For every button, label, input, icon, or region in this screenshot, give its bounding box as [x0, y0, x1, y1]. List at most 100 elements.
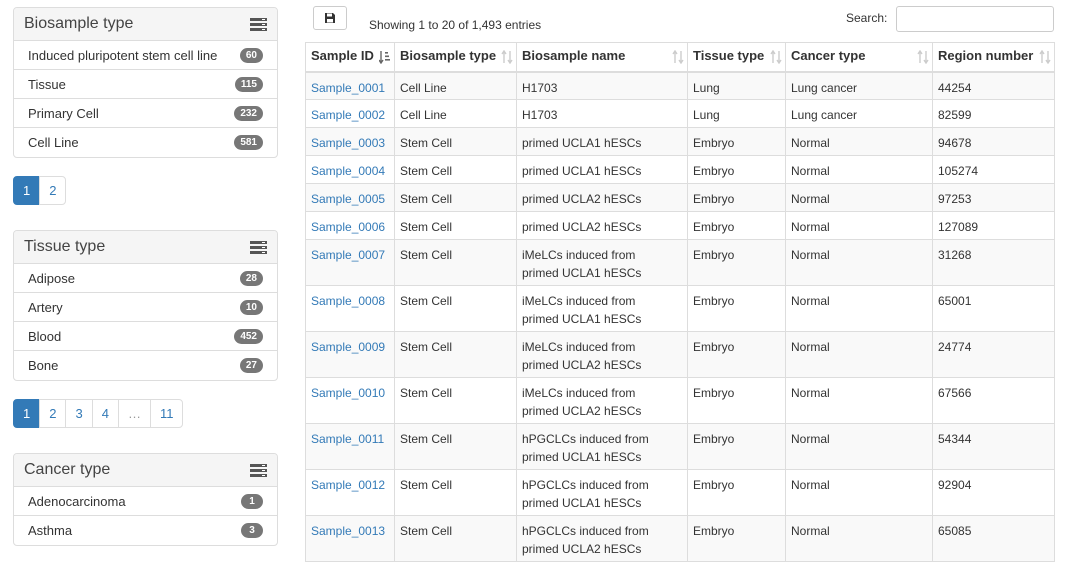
sample-link[interactable]: Sample_0010 — [311, 386, 385, 400]
sample-id-header[interactable]: Sample ID — [305, 42, 395, 73]
name-line: iMeLCs induced from — [522, 386, 636, 400]
sort-asc-icon — [379, 51, 390, 64]
tissue-type-header[interactable]: Tissue type — [687, 42, 786, 73]
biosample-name-cell: H1703 — [516, 99, 688, 128]
cancer-type-cell: Lung cancer — [785, 99, 933, 128]
name-line: H1703 — [522, 108, 558, 122]
cancer-type-cell: Normal — [785, 155, 933, 184]
sample-link[interactable]: Sample_0006 — [311, 220, 385, 234]
save-button[interactable] — [313, 6, 347, 30]
filter-item[interactable]: Adipose 28 — [14, 264, 277, 293]
biosample-type-header[interactable]: Biosample type — [394, 42, 517, 73]
table-header-row: Sample ID Biosample type Biosample name … — [305, 42, 1055, 73]
page-1-link[interactable]: 1 — [13, 176, 41, 205]
samples-table: Sample ID Biosample type Biosample name … — [305, 42, 1055, 562]
name-line: hPGCLCs induced from — [522, 478, 649, 492]
cancer-type-cell: Normal — [785, 423, 933, 470]
page-1-link[interactable]: 1 — [13, 399, 41, 428]
list-icon[interactable] — [250, 463, 267, 477]
name-line: primed UCLA1 hESCs — [522, 266, 642, 280]
sample-link[interactable]: Sample_0001 — [311, 81, 385, 95]
biosample-name-header[interactable]: Biosample name — [516, 42, 688, 73]
tissue-type-cell: Lung — [687, 99, 786, 128]
region-number-cell: 92904 — [932, 469, 1055, 516]
count-badge: 1 — [241, 493, 263, 509]
filter-item[interactable]: Tissue 115 — [14, 70, 277, 99]
filter-item[interactable]: Primary Cell 232 — [14, 99, 277, 128]
tissue-type-cell: Embryo — [687, 377, 786, 424]
sample-link[interactable]: Sample_0009 — [311, 340, 385, 354]
table-row: Sample_0008 Stem Cell iMeLCs induced fro… — [305, 285, 1055, 332]
header-label: Cancer type — [791, 48, 866, 63]
page-4-link[interactable]: 4 — [91, 399, 119, 428]
sample-link[interactable]: Sample_0007 — [311, 248, 385, 262]
count-badge: 115 — [234, 76, 263, 92]
sample-link[interactable]: Sample_0012 — [311, 478, 385, 492]
sample-id-cell: Sample_0004 — [305, 155, 395, 184]
sample-link[interactable]: Sample_0002 — [311, 108, 385, 122]
filter-item[interactable]: Induced pluripotent stem cell line 60 — [14, 41, 277, 70]
sample-link[interactable]: Sample_0005 — [311, 192, 385, 206]
filter-label: Asthma — [28, 523, 73, 538]
region-number-header[interactable]: Region number — [932, 42, 1055, 73]
cancer-type-cell: Normal — [785, 127, 933, 156]
table-row: Sample_0011 Stem Cell hPGCLCs induced fr… — [305, 423, 1055, 470]
sample-link[interactable]: Sample_0003 — [311, 136, 385, 150]
cancer-type-cell: Normal — [785, 377, 933, 424]
tissue-type-cell: Embryo — [687, 285, 786, 332]
region-number-cell: 44254 — [932, 71, 1055, 100]
biosample-name-cell: H1703 — [516, 71, 688, 100]
sort-icon — [917, 50, 929, 64]
filter-item[interactable]: Blood 452 — [14, 322, 277, 351]
sample-link[interactable]: Sample_0008 — [311, 294, 385, 308]
region-number-cell: 24774 — [932, 331, 1055, 378]
count-badge: 3 — [241, 523, 263, 538]
filter-label: Adipose — [28, 270, 75, 286]
filter-item[interactable]: Artery 10 — [14, 293, 277, 322]
name-line: H1703 — [522, 80, 558, 95]
filter-label: Induced pluripotent stem cell line — [28, 47, 218, 63]
filter-item[interactable]: Asthma 3 — [14, 516, 277, 545]
sort-icon — [1039, 50, 1051, 64]
cancer-type-cell: Normal — [785, 239, 933, 286]
name-line: primed UCLA1 hESCs — [522, 312, 642, 326]
sample-id-cell: Sample_0010 — [305, 377, 395, 424]
filter-item[interactable]: Adenocarcinoma 1 — [14, 487, 277, 516]
biosample-type-cell: Cell Line — [394, 99, 517, 128]
table-body: Sample_0001 Cell Line H1703 Lung Lung ca… — [305, 71, 1055, 562]
cancer-type-header[interactable]: Cancer type — [785, 42, 933, 73]
table-row: Sample_0001 Cell Line H1703 Lung Lung ca… — [305, 71, 1055, 100]
region-number-cell: 127089 — [932, 211, 1055, 240]
region-number-cell: 31268 — [932, 239, 1055, 286]
page-2-link[interactable]: 2 — [39, 176, 67, 205]
name-line: primed UCLA1 hESCs — [522, 136, 642, 150]
region-number-cell: 97253 — [932, 183, 1055, 212]
filter-item[interactable]: Cell Line 581 — [14, 128, 277, 157]
sample-link[interactable]: Sample_0004 — [311, 164, 385, 178]
page-3-link[interactable]: 3 — [65, 399, 93, 428]
cancer-type-cell: Normal — [785, 331, 933, 378]
count-badge: 60 — [239, 47, 263, 63]
cancer-type-cell: Normal — [785, 285, 933, 332]
list-icon[interactable] — [250, 240, 267, 254]
tissue-type-cell: Embryo — [687, 211, 786, 240]
count-badge: 28 — [239, 270, 263, 286]
list-icon[interactable] — [250, 17, 267, 31]
filter-item[interactable]: Bone 27 — [14, 351, 277, 380]
region-number-cell: 82599 — [932, 99, 1055, 128]
tissue-type-panel: Tissue type Adipose 28 Artery 10 Blood 452 … — [13, 230, 278, 381]
region-number-cell: 54344 — [932, 423, 1055, 470]
name-line: primed UCLA2 hESCs — [522, 220, 642, 234]
search-input[interactable] — [896, 6, 1054, 32]
header-label: Tissue type — [693, 48, 765, 63]
sample-link[interactable]: Sample_0011 — [311, 432, 384, 446]
cancer-type-cell: Normal — [785, 469, 933, 516]
sample-link[interactable]: Sample_0013 — [311, 524, 385, 538]
biosample-name-cell: iMeLCs induced from primed UCLA2 hESCs — [516, 377, 688, 424]
filter-label: Bone — [28, 358, 59, 373]
page-2-link[interactable]: 2 — [39, 399, 67, 428]
page-11-link[interactable]: 11 — [149, 399, 184, 428]
count-badge: 27 — [239, 358, 263, 373]
filter-label: Primary Cell — [28, 105, 99, 121]
filter-label: Cell Line — [28, 135, 79, 150]
